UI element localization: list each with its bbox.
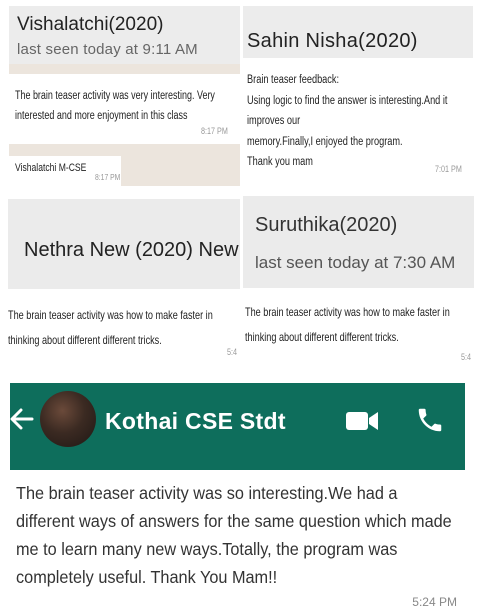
message-text: The brain teaser activity was very inter…	[15, 90, 215, 122]
message-time: 7:01 PM	[435, 164, 463, 174]
message-line: memory.Finally,I enjoyed the program.	[247, 135, 403, 148]
message-time: 8:17 PM	[201, 126, 229, 136]
contact-name: Sahin Nisha(2020)	[247, 30, 418, 52]
video-call-icon[interactable]	[345, 410, 379, 432]
chat-panel-nethra: Nethra New (2020) New The brain teaser a…	[8, 199, 240, 367]
message-time: 5:4	[461, 352, 472, 362]
message-text: Vishalatchi M-CSE	[15, 162, 87, 174]
chat-panel-vishalatchi: Vishalatchi(2020) last seen today at 9:1…	[9, 6, 240, 186]
message-text: Brain teaser feedback: Using logic to fi…	[247, 70, 473, 173]
contact-name: Nethra New (2020) New	[24, 239, 239, 261]
message-text: The brain teaser activity was so interes…	[16, 483, 452, 587]
message-line: Using logic to find the answer is intere…	[247, 94, 448, 128]
chat-panel-kothai: Kothai CSE Stdt The brain teaser activit…	[10, 383, 465, 613]
phone-icon[interactable]	[415, 405, 445, 435]
message-time: 5:24 PM	[412, 595, 457, 609]
last-seen-status: last seen today at 7:30 AM	[255, 253, 456, 272]
message-line: Brain teaser feedback:	[247, 74, 340, 86]
avatar[interactable]	[40, 391, 96, 447]
contact-name: Suruthika(2020)	[255, 214, 398, 236]
message-time: 5:4	[227, 347, 238, 357]
chat-panel-suruthika: Suruthika(2020) last seen today at 7:30 …	[243, 196, 474, 371]
contact-name: Vishalatchi(2020)	[17, 14, 164, 35]
chat-header[interactable]	[243, 196, 474, 288]
contact-name[interactable]: Kothai CSE Stdt	[105, 408, 286, 435]
message-time: 8:17 PM	[95, 172, 121, 182]
back-arrow-icon[interactable]	[10, 405, 36, 433]
message-text: The brain teaser activity was how to mak…	[8, 308, 213, 347]
message-text: The brain teaser activity was how to mak…	[245, 305, 450, 344]
chat-panel-sahin-nisha: Sahin Nisha(2020) Brain teaser feedback:…	[243, 6, 473, 186]
last-seen-status: last seen today at 9:11 AM	[17, 41, 198, 58]
